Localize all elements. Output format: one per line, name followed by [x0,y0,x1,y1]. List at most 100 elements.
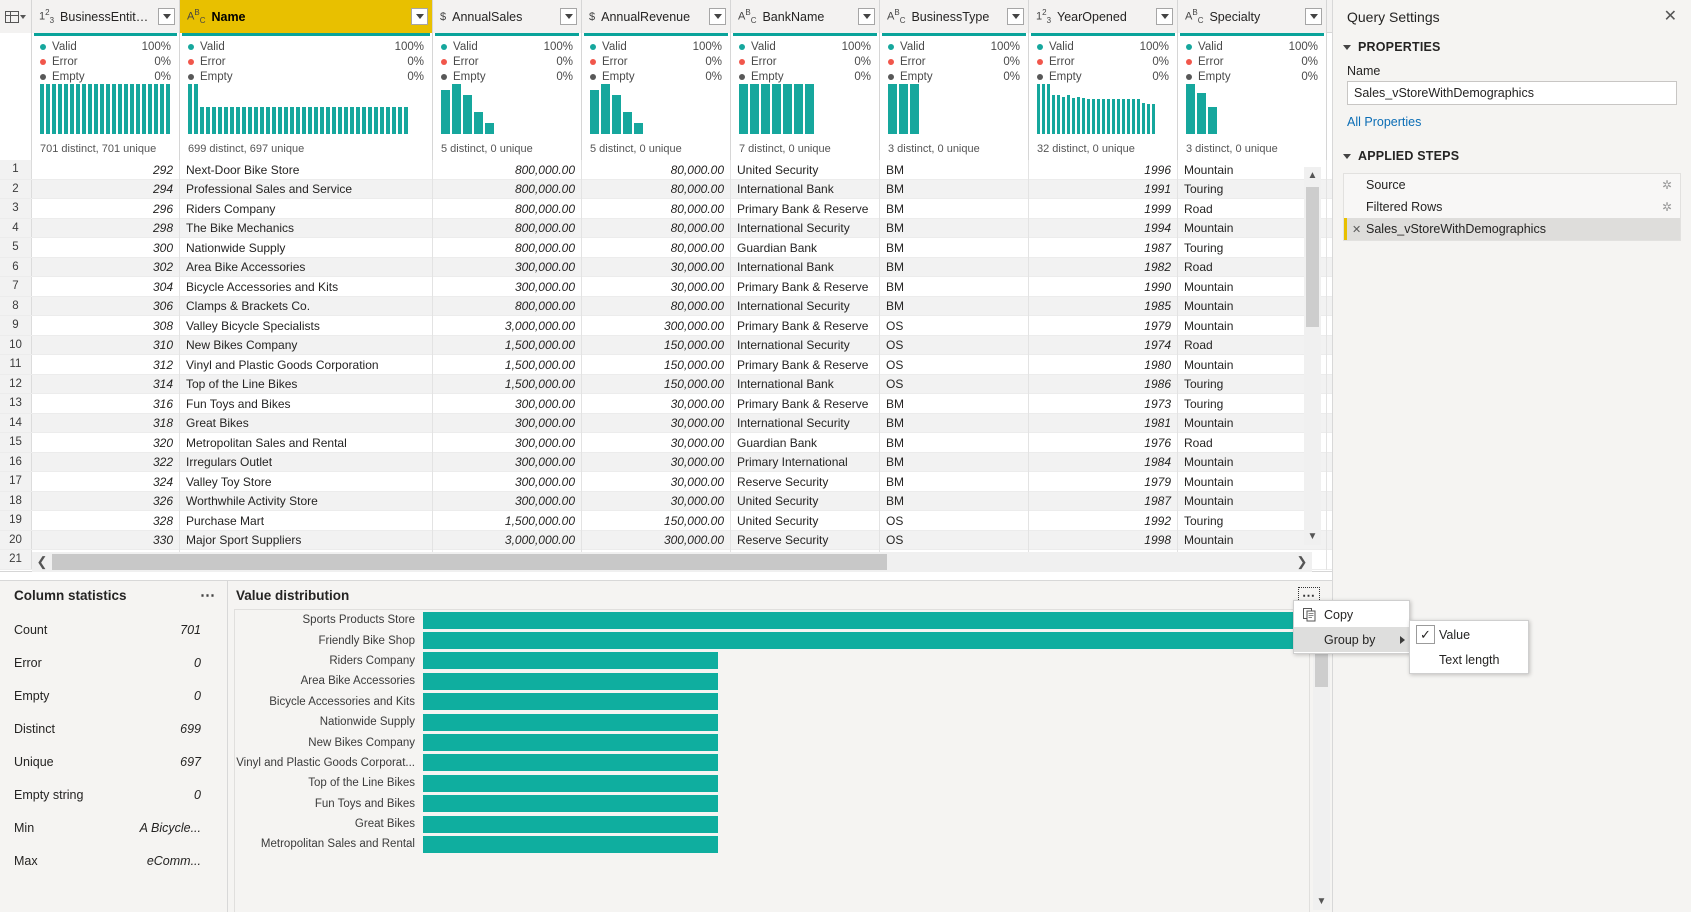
table-row[interactable]: 4 298 The Bike Mechanics 800,000.00 80,000.0… [0,218,1332,238]
cell-annualrevenue[interactable]: 150,000.00 [582,374,731,394]
cell-businessentityid[interactable]: 300 [32,238,180,258]
cell-businesstype[interactable]: BM [880,394,1029,414]
table-row[interactable]: 20 330 Major Sport Suppliers 3,000,000.00 30… [0,530,1332,550]
cell-bankname[interactable]: Primary Bank & Reserve [731,277,880,297]
cell-name[interactable]: Irregulars Outlet [180,452,433,472]
table-row[interactable]: 8 306 Clamps & Brackets Co. 800,000.00 80,00… [0,296,1332,316]
cell-businessentityid[interactable]: 314 [32,374,180,394]
cell-bankname[interactable]: Reserve Security [731,530,880,550]
cell-name[interactable]: Metropolitan Sales and Rental [180,433,433,453]
cell-annualsales[interactable]: 1,500,000.00 [433,511,582,531]
context-menu-item-group-by[interactable]: Group by [1294,627,1409,652]
cell-yearopened[interactable]: 1974 [1029,335,1178,355]
query-name-input[interactable]: Sales_vStoreWithDemographics [1347,81,1677,105]
cell-bankname[interactable]: Primary Bank & Reserve [731,199,880,219]
distribution-bar-row[interactable]: Nationwide Supply [235,712,1309,732]
column-header-annualsales[interactable]: $ AnnualSales [433,0,582,33]
cell-annualsales[interactable]: 300,000.00 [433,433,582,453]
cell-businesstype[interactable]: OS [880,316,1029,336]
applied-step-row[interactable]: Source ✲ [1344,174,1680,196]
cell-name[interactable]: Vinyl and Plastic Goods Corporation [180,355,433,375]
cell-annualrevenue[interactable]: 80,000.00 [582,296,731,316]
cell-businessentityid[interactable]: 328 [32,511,180,531]
column-header-specialty[interactable]: ABC Specialty [1178,0,1327,33]
distribution-bar-row[interactable]: Top of the Line Bikes [235,773,1309,793]
context-submenu-group-by[interactable]: ✓ Value Text length [1409,620,1529,674]
cell-name[interactable]: Purchase Mart [180,511,433,531]
cell-annualrevenue[interactable]: 30,000.00 [582,394,731,414]
cell-businessentityid[interactable]: 296 [32,199,180,219]
table-row[interactable]: 5 300 Nationwide Supply 800,000.00 80,000.00… [0,238,1332,258]
cell-yearopened[interactable]: 1976 [1029,433,1178,453]
cell-yearopened[interactable]: 1994 [1029,218,1178,238]
cell-bankname[interactable]: International Security [731,218,880,238]
column-filter-button-businesstype[interactable] [1007,8,1024,25]
grid-vertical-scrollbar[interactable]: ▲ ▼ [1304,167,1321,545]
cell-annualsales[interactable]: 300,000.00 [433,257,582,277]
cell-annualrevenue[interactable]: 80,000.00 [582,218,731,238]
cell-businesstype[interactable]: BM [880,257,1029,277]
cell-yearopened[interactable]: 1981 [1029,413,1178,433]
cell-bankname[interactable]: Primary Bank & Reserve [731,394,880,414]
cell-annualsales[interactable]: 300,000.00 [433,413,582,433]
context-menu[interactable]: Copy Group by [1293,600,1410,654]
cell-annualrevenue[interactable]: 80,000.00 [582,160,731,180]
cell-businesstype[interactable]: BM [880,238,1029,258]
submenu-item-text-length[interactable]: Text length [1410,647,1528,672]
distribution-bar-row[interactable]: Area Bike Accessories [235,671,1309,691]
cell-bankname[interactable]: Primary International [731,452,880,472]
cell-bankname[interactable]: International Security [731,296,880,316]
cell-bankname[interactable]: Guardian Bank [731,238,880,258]
cell-bankname[interactable]: United Security [731,160,880,180]
cell-bankname[interactable]: Primary Bank & Reserve [731,316,880,336]
cell-yearopened[interactable]: 1992 [1029,511,1178,531]
scroll-down-icon[interactable]: ▼ [1304,528,1321,545]
cell-businessentityid[interactable]: 322 [32,452,180,472]
cell-bankname[interactable]: Primary Bank & Reserve [731,355,880,375]
cell-yearopened[interactable]: 1980 [1029,355,1178,375]
cell-annualsales[interactable]: 300,000.00 [433,394,582,414]
column-filter-button-annualsales[interactable] [560,8,577,25]
cell-name[interactable]: Nationwide Supply [180,238,433,258]
cell-businesstype[interactable]: OS [880,374,1029,394]
table-row[interactable]: 12 314 Top of the Line Bikes 1,500,000.00 15… [0,374,1332,394]
cell-name[interactable]: Area Bike Accessories [180,257,433,277]
table-row[interactable]: 3 296 Riders Company 800,000.00 80,000.00 Pri… [0,199,1332,219]
cell-businessentityid[interactable]: 298 [32,218,180,238]
table-row[interactable]: 11 312 Vinyl and Plastic Goods Corporation… [0,355,1332,375]
cell-businesstype[interactable]: OS [880,335,1029,355]
applied-step-row[interactable]: ✕ Sales_vStoreWithDemographics [1344,218,1680,240]
cell-yearopened[interactable]: 1991 [1029,179,1178,199]
cell-businesstype[interactable]: OS [880,511,1029,531]
cell-annualsales[interactable]: 300,000.00 [433,452,582,472]
cell-annualrevenue[interactable]: 80,000.00 [582,238,731,258]
table-row[interactable]: 9 308 Valley Bicycle Specialists 3,000,000.… [0,316,1332,336]
cell-annualrevenue[interactable]: 150,000.00 [582,335,731,355]
cell-annualsales[interactable]: 800,000.00 [433,238,582,258]
cell-businessentityid[interactable]: 308 [32,316,180,336]
cell-annualsales[interactable]: 1,500,000.00 [433,374,582,394]
hscroll-track[interactable] [52,552,1312,572]
table-row[interactable]: 2 294 Professional Sales and Service 800,00… [0,179,1332,199]
cell-annualrevenue[interactable]: 30,000.00 [582,472,731,492]
cell-businesstype[interactable]: BM [880,160,1029,180]
column-filter-button-name[interactable] [411,8,428,25]
grid-horizontal-scrollbar[interactable]: ❮ ❯ [32,552,1312,572]
cell-businesstype[interactable]: BM [880,452,1029,472]
cell-bankname[interactable]: International Bank [731,257,880,277]
cell-annualsales[interactable]: 800,000.00 [433,296,582,316]
cell-businessentityid[interactable]: 330 [32,530,180,550]
cell-annualsales[interactable]: 1,500,000.00 [433,355,582,375]
column-filter-button-bankname[interactable] [858,8,875,25]
cell-bankname[interactable]: Reserve Security [731,472,880,492]
cell-annualrevenue[interactable]: 30,000.00 [582,433,731,453]
cell-yearopened[interactable]: 1998 [1029,530,1178,550]
cell-annualsales[interactable]: 3,000,000.00 [433,530,582,550]
cell-annualsales[interactable]: 800,000.00 [433,160,582,180]
cell-name[interactable]: Bicycle Accessories and Kits [180,277,433,297]
column-header-businesstype[interactable]: ABC BusinessType [880,0,1029,33]
column-filter-button-annualrevenue[interactable] [709,8,726,25]
distribution-bar-row[interactable]: Fun Toys and Bikes [235,794,1309,814]
cell-annualsales[interactable]: 800,000.00 [433,218,582,238]
data-grid[interactable]: 1 292 Next-Door Bike Store 800,000.00 80,000… [0,160,1332,572]
